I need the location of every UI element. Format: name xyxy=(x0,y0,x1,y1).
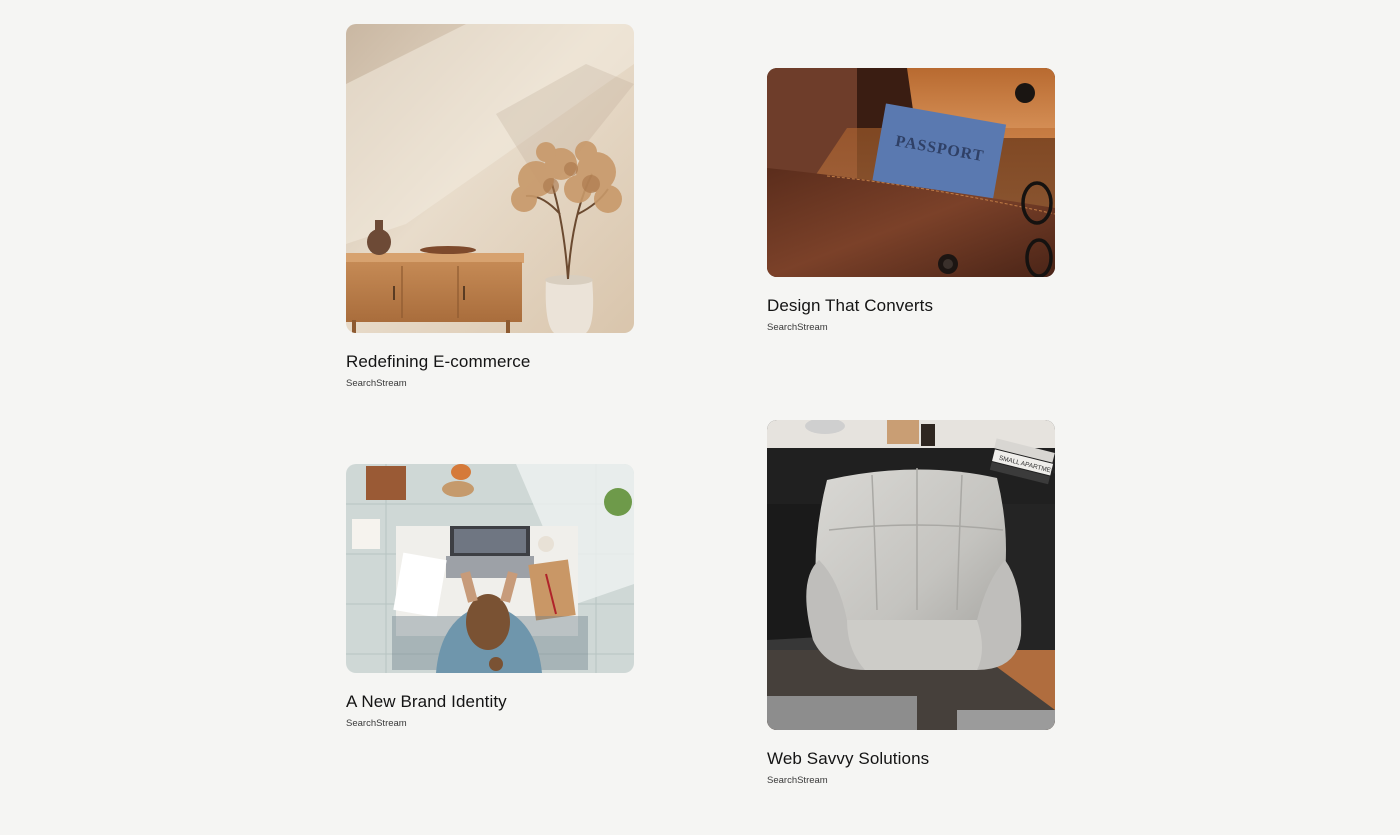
project-image-link[interactable]: PASSPORT xyxy=(767,68,1055,277)
project-title[interactable]: Design That Converts xyxy=(767,296,1055,316)
project-image-link[interactable] xyxy=(346,24,634,333)
project-card-design-that-converts[interactable]: PASSPORT Design That Converts SearchStre… xyxy=(767,68,1055,334)
woman-laptop-desk-image xyxy=(346,464,634,673)
project-image-link[interactable]: SMALL APARTMENT xyxy=(767,420,1055,730)
project-client: SearchStream xyxy=(767,322,828,333)
project-card-redefining-ecommerce[interactable]: Redefining E-commerce SearchStream xyxy=(346,24,634,390)
project-client: SearchStream xyxy=(767,775,828,786)
interior-sideboard-plant-image xyxy=(346,24,634,333)
armchair-office-image: SMALL APARTMENT xyxy=(767,420,1055,730)
portfolio-page: Redefining E-commerce SearchStream PASSP… xyxy=(0,0,1400,835)
project-card-a-new-brand-identity[interactable]: A New Brand Identity SearchStream xyxy=(346,464,634,730)
project-title[interactable]: A New Brand Identity xyxy=(346,692,634,712)
project-image-link[interactable] xyxy=(346,464,634,673)
project-title[interactable]: Web Savvy Solutions xyxy=(767,749,1055,769)
project-client: SearchStream xyxy=(346,718,407,729)
project-card-web-savvy-solutions[interactable]: SMALL APARTMENT Web Savvy Solutions Sear… xyxy=(767,420,1055,787)
project-title[interactable]: Redefining E-commerce xyxy=(346,352,634,372)
project-client: SearchStream xyxy=(346,378,407,389)
leather-bag-passport-image: PASSPORT xyxy=(767,68,1055,277)
